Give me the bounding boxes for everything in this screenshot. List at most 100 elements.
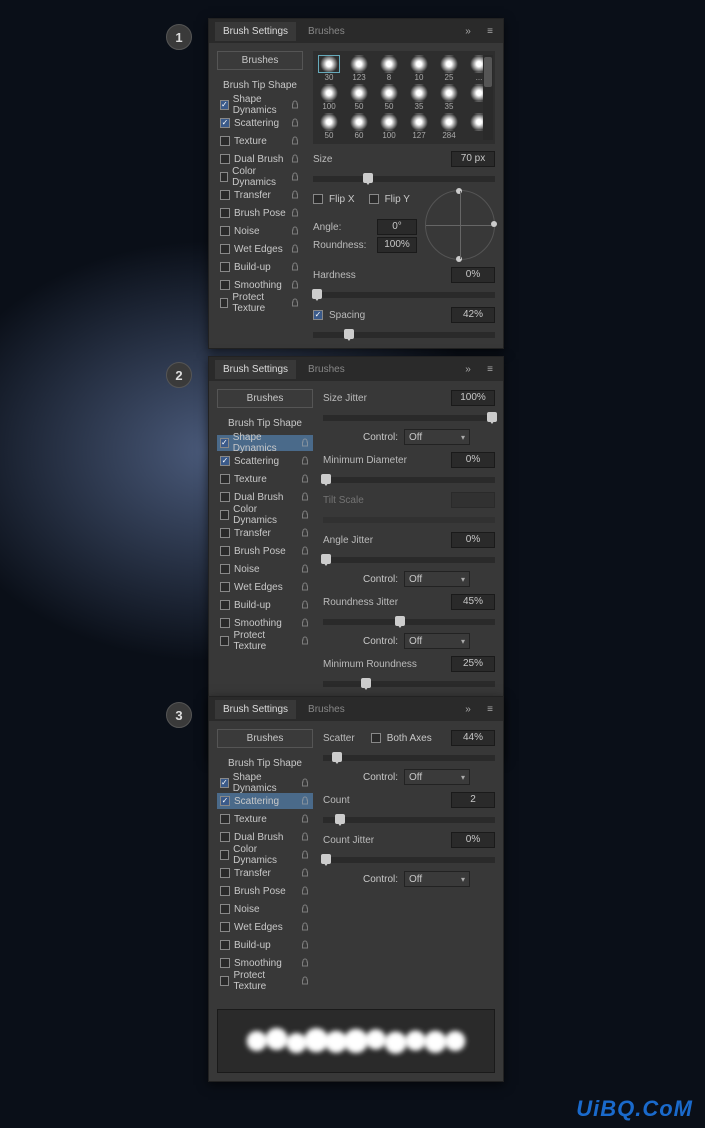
- option-checkbox[interactable]: [220, 564, 230, 574]
- option-checkbox[interactable]: [220, 118, 230, 128]
- option-checkbox[interactable]: [220, 922, 230, 932]
- option-checkbox[interactable]: [220, 154, 230, 164]
- option-checkbox[interactable]: [220, 546, 230, 556]
- option-checkbox[interactable]: [220, 796, 230, 806]
- brush-thumb[interactable]: 100: [317, 84, 341, 111]
- menu-icon[interactable]: ≡: [483, 362, 497, 376]
- lock-icon[interactable]: [290, 136, 300, 146]
- brush-thumb[interactable]: 50: [347, 84, 371, 111]
- option-checkbox[interactable]: [220, 850, 229, 860]
- option-checkbox[interactable]: [220, 832, 230, 842]
- collapse-icon[interactable]: »: [461, 362, 475, 376]
- angle-jitter-slider[interactable]: [323, 557, 495, 563]
- lock-icon[interactable]: [300, 814, 310, 824]
- lock-icon[interactable]: [300, 796, 310, 806]
- min-roundness-slider[interactable]: [323, 681, 495, 687]
- roundness-jitter-value[interactable]: 45%: [451, 594, 495, 610]
- angle-value[interactable]: 0°: [377, 219, 417, 235]
- tab-brushes[interactable]: Brushes: [300, 22, 353, 41]
- brush-thumb[interactable]: 50: [377, 84, 401, 111]
- count-value[interactable]: 2: [451, 792, 495, 808]
- lock-icon[interactable]: [300, 474, 310, 484]
- option-checkbox[interactable]: [220, 262, 230, 272]
- lock-icon[interactable]: [300, 510, 310, 520]
- lock-icon[interactable]: [300, 904, 310, 914]
- option-smoothing[interactable]: Smoothing: [217, 955, 313, 971]
- option-noise[interactable]: Noise: [217, 901, 313, 917]
- option-color-dynamics[interactable]: Color Dynamics: [217, 169, 303, 185]
- roundness-jitter-control-select[interactable]: Off: [404, 633, 470, 649]
- brush-thumb[interactable]: 10: [407, 55, 431, 82]
- option-checkbox[interactable]: [220, 474, 230, 484]
- option-scattering[interactable]: Scattering: [217, 453, 313, 469]
- option-transfer[interactable]: Transfer: [217, 525, 313, 541]
- option-shape-dynamics[interactable]: Shape Dynamics: [217, 435, 313, 451]
- count-slider[interactable]: [323, 817, 495, 823]
- both-axes-checkbox[interactable]: [371, 733, 381, 743]
- brush-thumb[interactable]: 30: [317, 55, 341, 82]
- brush-thumb[interactable]: 100: [377, 113, 401, 140]
- lock-icon[interactable]: [300, 564, 310, 574]
- option-checkbox[interactable]: [220, 244, 230, 254]
- lock-icon[interactable]: [290, 244, 300, 254]
- size-slider[interactable]: [313, 176, 495, 182]
- option-dual-brush[interactable]: Dual Brush: [217, 829, 313, 845]
- option-texture[interactable]: Texture: [217, 471, 313, 487]
- option-checkbox[interactable]: [220, 280, 230, 290]
- count-jitter-control-select[interactable]: Off: [404, 871, 470, 887]
- brush-thumbnail-grid[interactable]: 3012381025...100505035355060100127284: [313, 51, 495, 144]
- lock-icon[interactable]: [290, 190, 300, 200]
- lock-icon[interactable]: [300, 636, 310, 646]
- option-checkbox[interactable]: [220, 298, 228, 308]
- hardness-value[interactable]: 0%: [451, 267, 495, 283]
- option-checkbox[interactable]: [220, 492, 230, 502]
- lock-icon[interactable]: [290, 154, 300, 164]
- count-jitter-value[interactable]: 0%: [451, 832, 495, 848]
- option-brush-pose[interactable]: Brush Pose: [217, 883, 313, 899]
- brush-thumb[interactable]: 50: [317, 113, 341, 140]
- option-checkbox[interactable]: [220, 618, 230, 628]
- option-texture[interactable]: Texture: [217, 133, 303, 149]
- option-checkbox[interactable]: [220, 940, 230, 950]
- option-checkbox[interactable]: [220, 868, 230, 878]
- scatter-slider[interactable]: [323, 755, 495, 761]
- tab-brush-settings[interactable]: Brush Settings: [215, 360, 296, 379]
- option-checkbox[interactable]: [220, 958, 230, 968]
- option-smoothing[interactable]: Smoothing: [217, 277, 303, 293]
- brushes-button[interactable]: Brushes: [217, 51, 303, 70]
- option-scattering[interactable]: Scattering: [217, 793, 313, 809]
- option-shape-dynamics[interactable]: Shape Dynamics: [217, 97, 303, 113]
- option-checkbox[interactable]: [220, 814, 230, 824]
- option-build-up[interactable]: Build-up: [217, 597, 313, 613]
- brush-thumb[interactable]: 284: [437, 113, 461, 140]
- size-jitter-slider[interactable]: [323, 415, 495, 421]
- option-protect-texture[interactable]: Protect Texture: [217, 973, 313, 989]
- brush-thumb[interactable]: 127: [407, 113, 431, 140]
- option-scattering[interactable]: Scattering: [217, 115, 303, 131]
- option-checkbox[interactable]: [220, 190, 230, 200]
- tab-brush-settings[interactable]: Brush Settings: [215, 22, 296, 41]
- lock-icon[interactable]: [300, 958, 310, 968]
- roundness-jitter-slider[interactable]: [323, 619, 495, 625]
- option-transfer[interactable]: Transfer: [217, 865, 313, 881]
- brush-thumb[interactable]: 123: [347, 55, 371, 82]
- option-protect-texture[interactable]: Protect Texture: [217, 633, 313, 649]
- flipy-checkbox[interactable]: [369, 194, 379, 204]
- brush-thumb[interactable]: 35: [407, 84, 431, 111]
- option-brush-pose[interactable]: Brush Pose: [217, 205, 303, 221]
- roundness-value[interactable]: 100%: [377, 237, 417, 253]
- option-noise[interactable]: Noise: [217, 561, 313, 577]
- lock-icon[interactable]: [300, 546, 310, 556]
- option-checkbox[interactable]: [220, 100, 229, 110]
- option-wet-edges[interactable]: Wet Edges: [217, 241, 303, 257]
- min-diameter-slider[interactable]: [323, 477, 495, 483]
- option-color-dynamics[interactable]: Color Dynamics: [217, 507, 313, 523]
- option-checkbox[interactable]: [220, 976, 229, 986]
- brush-thumb[interactable]: 25: [437, 55, 461, 82]
- lock-icon[interactable]: [300, 832, 310, 842]
- lock-icon[interactable]: [300, 582, 310, 592]
- brush-tip-shape-label[interactable]: Brush Tip Shape: [217, 756, 313, 771]
- lock-icon[interactable]: [300, 618, 310, 628]
- tab-brush-settings[interactable]: Brush Settings: [215, 700, 296, 719]
- hardness-slider[interactable]: [313, 292, 495, 298]
